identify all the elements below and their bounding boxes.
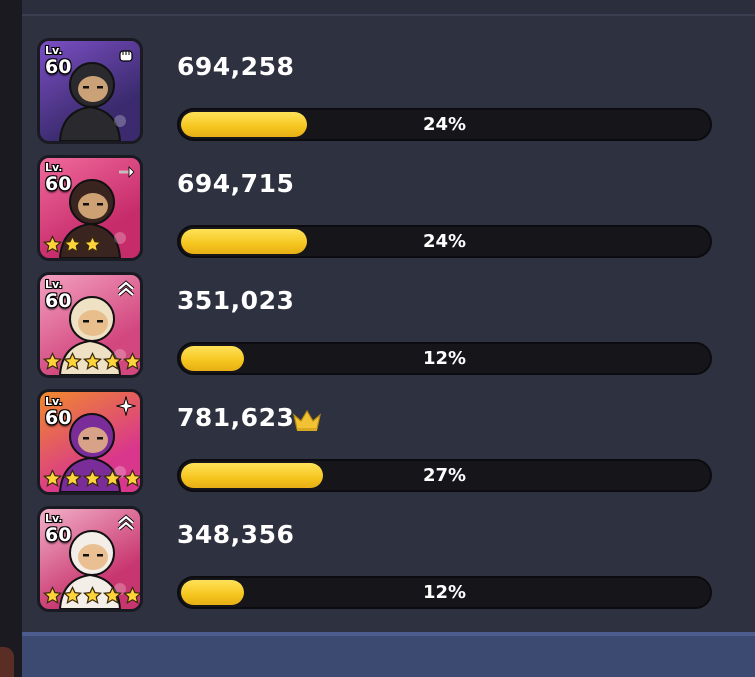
cookie-row: Lv. 60 781,623 27% bbox=[22, 389, 755, 495]
damage-share-percent: 12% bbox=[422, 582, 467, 603]
level-value: 60 bbox=[45, 56, 72, 78]
level-label: Lv. bbox=[45, 512, 63, 525]
star-icon bbox=[103, 586, 122, 604]
crown-icon bbox=[293, 409, 321, 431]
damage-score: 781,623 bbox=[177, 403, 295, 432]
damage-score: 694,715 bbox=[177, 169, 295, 198]
damage-share-bar: 12% bbox=[177, 576, 712, 609]
cookie-portrait[interactable]: Lv. 60 bbox=[37, 389, 143, 495]
bottom-bar bbox=[22, 632, 755, 677]
cookie-row: Lv. 60 348,356 12% bbox=[22, 506, 755, 612]
cookie-portrait[interactable]: Lv. 60 bbox=[37, 155, 143, 261]
star-rating bbox=[43, 235, 102, 254]
star-icon bbox=[43, 586, 62, 604]
cookie-row: Lv. 60 694,258 24% bbox=[22, 38, 755, 144]
damage-score: 351,023 bbox=[177, 286, 295, 315]
damage-ranking-panel: Lv. 60 694,258 24% Lv. 60 694,715 24% Lv… bbox=[22, 16, 755, 632]
star-icon bbox=[63, 352, 82, 370]
star-rating bbox=[43, 352, 140, 371]
damage-share-bar: 24% bbox=[177, 108, 712, 141]
cookie-row: Lv. 60 694,715 24% bbox=[22, 155, 755, 261]
chevron-up-icon bbox=[117, 514, 135, 531]
fist-icon bbox=[119, 50, 133, 62]
star-icon bbox=[123, 586, 140, 604]
star-icon bbox=[43, 235, 62, 253]
star-icon bbox=[83, 586, 102, 604]
star-rating bbox=[43, 469, 140, 488]
damage-share-bar: 12% bbox=[177, 342, 712, 375]
star-icon bbox=[83, 235, 102, 253]
left-edge bbox=[0, 0, 22, 677]
star-icon bbox=[103, 352, 122, 370]
level-label: Lv. bbox=[45, 395, 63, 408]
header-strip bbox=[22, 0, 755, 16]
star-icon bbox=[43, 469, 62, 487]
damage-share-percent: 24% bbox=[422, 231, 467, 252]
level-value: 60 bbox=[45, 173, 72, 195]
level-value: 60 bbox=[45, 290, 72, 312]
star-icon bbox=[43, 352, 62, 370]
damage-score: 694,258 bbox=[177, 52, 295, 81]
star-icon bbox=[123, 352, 140, 370]
level-label: Lv. bbox=[45, 161, 63, 174]
star-rating bbox=[43, 586, 140, 605]
damage-share-percent: 24% bbox=[422, 114, 467, 135]
star-icon bbox=[103, 469, 122, 487]
cookie-portrait[interactable]: Lv. 60 bbox=[37, 506, 143, 612]
left-edge-decoration bbox=[0, 647, 14, 677]
sword-icon bbox=[119, 166, 135, 178]
star-icon bbox=[63, 469, 82, 487]
level-label: Lv. bbox=[45, 44, 63, 57]
star-icon bbox=[63, 586, 82, 604]
chevron-up-icon bbox=[117, 280, 135, 297]
damage-share-bar: 27% bbox=[177, 459, 712, 492]
star-icon bbox=[63, 235, 82, 253]
cookie-portrait[interactable]: Lv. 60 bbox=[37, 272, 143, 378]
level-label: Lv. bbox=[45, 278, 63, 291]
damage-share-percent: 27% bbox=[422, 465, 467, 486]
cookie-row: Lv. 60 351,023 12% bbox=[22, 272, 755, 378]
cookie-portrait[interactable]: Lv. 60 bbox=[37, 38, 143, 144]
damage-score: 348,356 bbox=[177, 520, 295, 549]
magic-burst-icon bbox=[116, 396, 136, 416]
level-value: 60 bbox=[45, 524, 72, 546]
damage-share-percent: 12% bbox=[422, 348, 467, 369]
star-icon bbox=[83, 352, 102, 370]
star-icon bbox=[123, 469, 140, 487]
star-icon bbox=[83, 469, 102, 487]
damage-share-bar: 24% bbox=[177, 225, 712, 258]
level-value: 60 bbox=[45, 407, 72, 429]
